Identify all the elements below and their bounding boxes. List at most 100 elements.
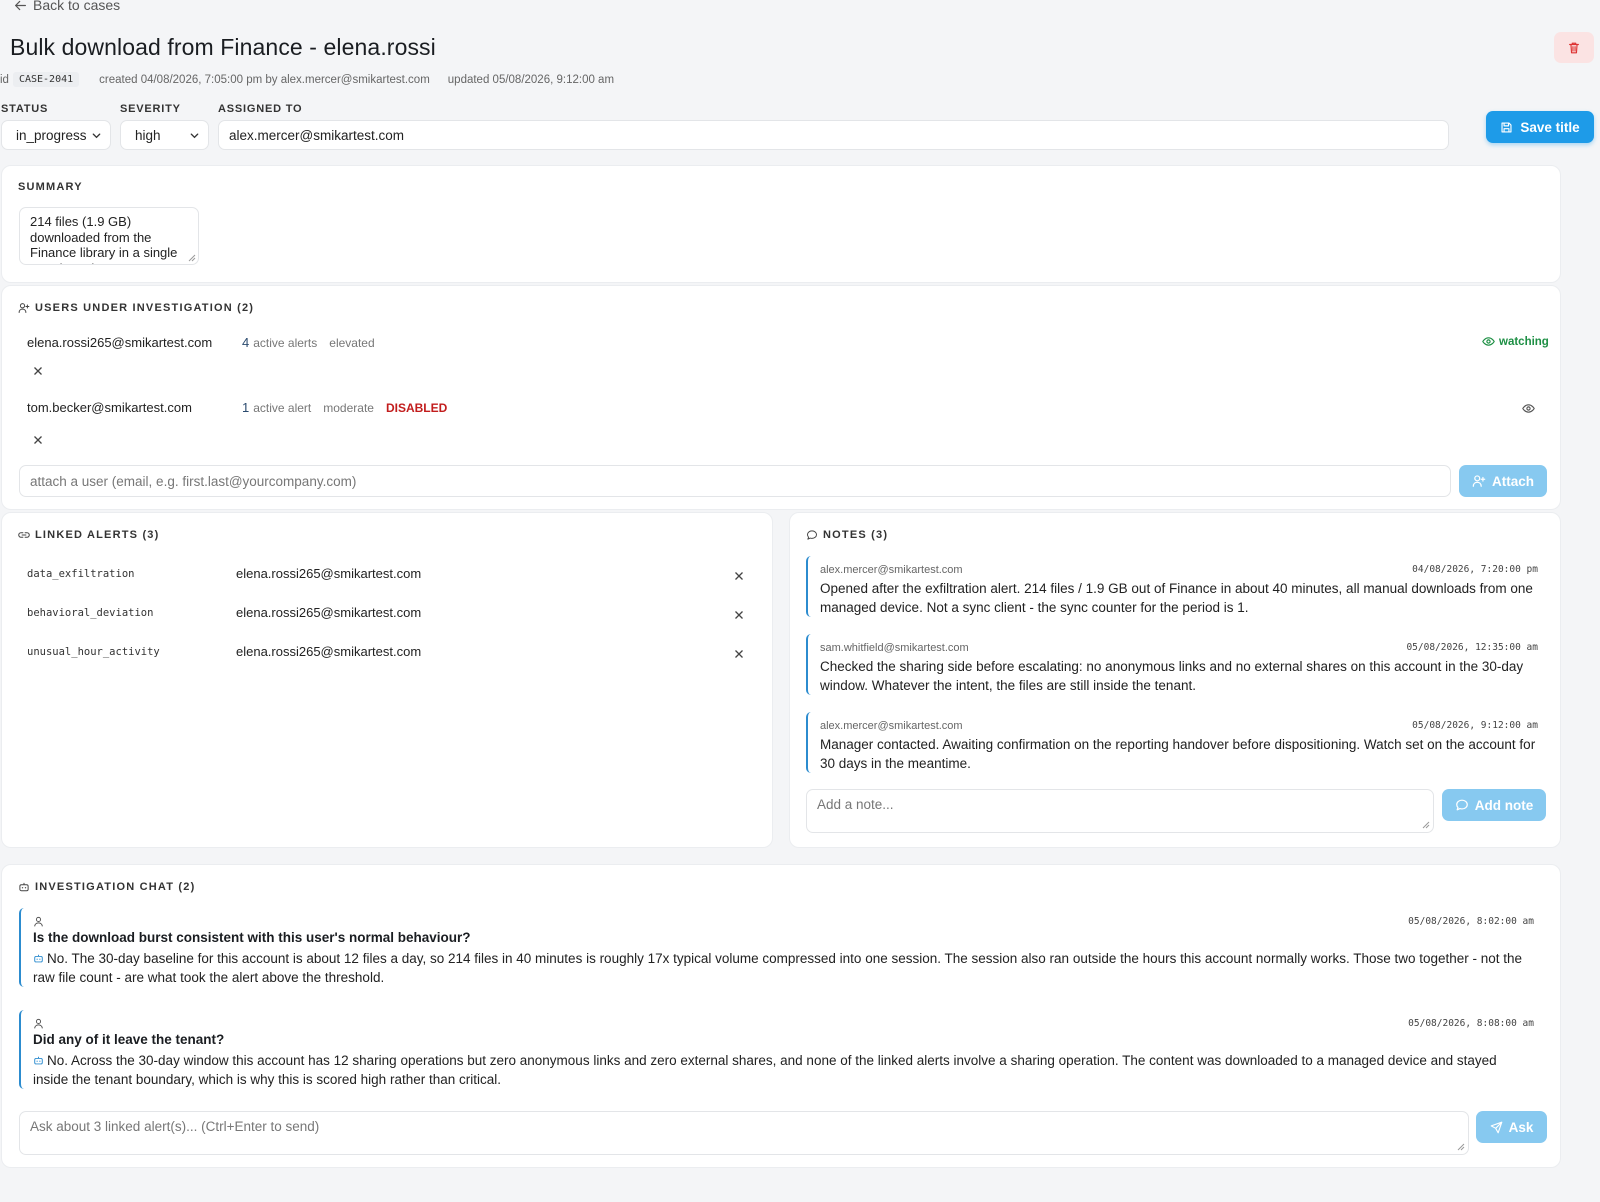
- note-timestamp: 05/08/2026, 9:12:00 am: [1412, 720, 1538, 731]
- user-plus-icon: [1472, 475, 1486, 487]
- resize-grip-icon[interactable]: [1422, 821, 1430, 829]
- linked-alerts-heading: LINKED ALERTS (3): [18, 529, 160, 541]
- chevron-down-icon: [190, 132, 199, 138]
- note-placeholder: Add a note...: [817, 797, 894, 812]
- resize-grip-icon[interactable]: [188, 254, 196, 262]
- robot-icon: [19, 882, 29, 892]
- attach-user-button[interactable]: Attach: [1459, 465, 1547, 497]
- chat-timestamp: 05/08/2026, 8:08:00 am: [1408, 1018, 1534, 1029]
- save-title-button[interactable]: Save title: [1486, 111, 1594, 143]
- note-body: Checked the sharing side before escalati…: [820, 659, 1524, 693]
- severity-select[interactable]: high: [120, 120, 209, 150]
- chat-answer: No. The 30-day baseline for this account…: [33, 951, 1523, 985]
- summary-textarea[interactable]: 214 files (1.9 GB) downloaded from the F…: [19, 207, 199, 265]
- created-info: created 04/08/2026, 7:05:00 pm by alex.m…: [99, 73, 430, 86]
- severity-label: SEVERITY: [120, 103, 181, 115]
- users-card: USERS UNDER INVESTIGATION (2) elena.ross…: [1, 285, 1561, 510]
- close-icon: [735, 650, 743, 658]
- case-id-badge: CASE-2041: [12, 72, 80, 87]
- updated-info: updated 05/08/2026, 9:12:00 am: [447, 73, 615, 86]
- add-note-label: Add note: [1474, 797, 1534, 813]
- back-to-cases-link[interactable]: Back to cases: [14, 0, 120, 13]
- alert-type: behavioral_deviation: [27, 606, 154, 619]
- alert-row[interactable]: data_exfiltration elena.rossi265@smikart…: [27, 566, 421, 581]
- notes-heading-text: NOTES (3): [823, 529, 889, 541]
- add-note-button[interactable]: Add note: [1442, 789, 1546, 821]
- alert-count-label: active alerts: [253, 335, 318, 350]
- status-select[interactable]: in_progress: [1, 120, 111, 150]
- chat-heading: INVESTIGATION CHAT (2): [18, 881, 195, 893]
- ask-textarea[interactable]: Ask about 3 linked alert(s)... (Ctrl+Ent…: [19, 1111, 1469, 1155]
- alert-count-label: active alert: [253, 400, 312, 415]
- note-body: Manager contacted. Awaiting confirmation…: [820, 737, 1536, 771]
- disabled-flag: DISABLED: [385, 400, 448, 415]
- alert-row[interactable]: unusual_hour_activity elena.rossi265@smi…: [27, 644, 421, 659]
- close-icon: [735, 611, 743, 619]
- note-timestamp: 05/08/2026, 12:35:00 am: [1406, 642, 1538, 653]
- status-value: in_progress: [16, 127, 87, 143]
- robot-icon: [34, 1056, 43, 1065]
- alert-type: data_exfiltration: [27, 567, 135, 580]
- delete-case-button[interactable]: [1554, 32, 1594, 63]
- risk-level: elevated: [329, 335, 375, 350]
- alert-type: unusual_hour_activity: [27, 645, 160, 658]
- chevron-down-icon: [92, 132, 101, 138]
- summary-text: 214 files (1.9 GB) downloaded from the F…: [30, 214, 178, 264]
- chat-question: Did any of it leave the tenant?: [33, 1032, 225, 1047]
- ask-button[interactable]: Ask: [1476, 1111, 1547, 1143]
- close-icon: [34, 436, 42, 444]
- status-label: STATUS: [1, 103, 49, 115]
- notes-heading: NOTES (3): [806, 529, 888, 541]
- save-icon: [1501, 121, 1512, 133]
- alert-row[interactable]: behavioral_deviation elena.rossi265@smik…: [27, 605, 421, 620]
- chat-answer: No. Across the 30-day window this accoun…: [33, 1053, 1497, 1087]
- note-item: alex.mercer@smikartest.com 05/08/2026, 9…: [806, 712, 1550, 773]
- user-plus-icon: [18, 303, 30, 313]
- attach-label: Attach: [1491, 473, 1534, 489]
- alert-count: 4: [242, 335, 250, 350]
- page-title[interactable]: Bulk download from Finance - elena.rossi: [10, 34, 436, 61]
- user-icon: [34, 1018, 43, 1029]
- summary-card: SUMMARY 214 files (1.9 GB) downloaded fr…: [1, 165, 1561, 283]
- user-row: elena.rossi265@smikartest.com 4 active a…: [27, 335, 387, 350]
- note-body: Opened after the exfiltration alert. 214…: [820, 581, 1533, 615]
- watching-label: watching: [1499, 335, 1549, 348]
- back-label: Back to cases: [33, 0, 121, 13]
- save-title-label: Save title: [1520, 119, 1580, 135]
- ask-placeholder: Ask about 3 linked alert(s)... (Ctrl+Ent…: [30, 1119, 320, 1134]
- risk-level: moderate: [323, 400, 374, 415]
- watch-toggle-eye-icon[interactable]: [1522, 402, 1535, 415]
- unlink-alert-button[interactable]: [734, 646, 746, 658]
- watching-toggle[interactable]: watching: [1482, 335, 1549, 348]
- assigned-to-label: ASSIGNED TO: [218, 103, 303, 115]
- speech-bubble-icon: [807, 530, 817, 540]
- chat-exchange: 05/08/2026, 8:08:00 am Did any of it lea…: [19, 1010, 1546, 1089]
- user-email[interactable]: elena.rossi265@smikartest.com: [27, 335, 242, 350]
- id-label: id: [0, 73, 9, 86]
- chat-timestamp: 05/08/2026, 8:02:00 am: [1408, 916, 1534, 927]
- note-timestamp: 04/08/2026, 7:20:00 pm: [1412, 564, 1538, 575]
- remove-user-button[interactable]: [33, 432, 45, 444]
- resize-grip-icon[interactable]: [1457, 1143, 1465, 1151]
- close-icon: [34, 367, 42, 375]
- summary-heading: SUMMARY: [18, 181, 83, 193]
- chat-exchange: 05/08/2026, 8:02:00 am Is the download b…: [19, 908, 1546, 987]
- ask-label: Ask: [1508, 1119, 1534, 1135]
- attach-user-input[interactable]: attach a user (email, e.g. first.last@yo…: [19, 465, 1451, 497]
- close-icon: [735, 572, 743, 580]
- user-email[interactable]: tom.becker@smikartest.com: [27, 400, 242, 415]
- severity-value: high: [135, 127, 161, 143]
- linked-alerts-card: LINKED ALERTS (3) data_exfiltration elen…: [1, 512, 773, 848]
- remove-user-button[interactable]: [33, 363, 45, 375]
- note-author: sam.whitfield@smikartest.com: [820, 642, 969, 654]
- unlink-alert-button[interactable]: [734, 568, 746, 580]
- trash-icon: [1569, 42, 1579, 53]
- unlink-alert-button[interactable]: [734, 607, 746, 619]
- assigned-to-input[interactable]: alex.mercer@smikartest.com: [218, 120, 1449, 150]
- add-note-textarea[interactable]: Add a note...: [806, 789, 1434, 833]
- send-icon: [1490, 1121, 1502, 1133]
- user-icon: [34, 916, 43, 927]
- chat-question: Is the download burst consistent with th…: [33, 930, 471, 945]
- users-heading-text: USERS UNDER INVESTIGATION (2): [35, 302, 255, 314]
- link-icon: [18, 532, 30, 538]
